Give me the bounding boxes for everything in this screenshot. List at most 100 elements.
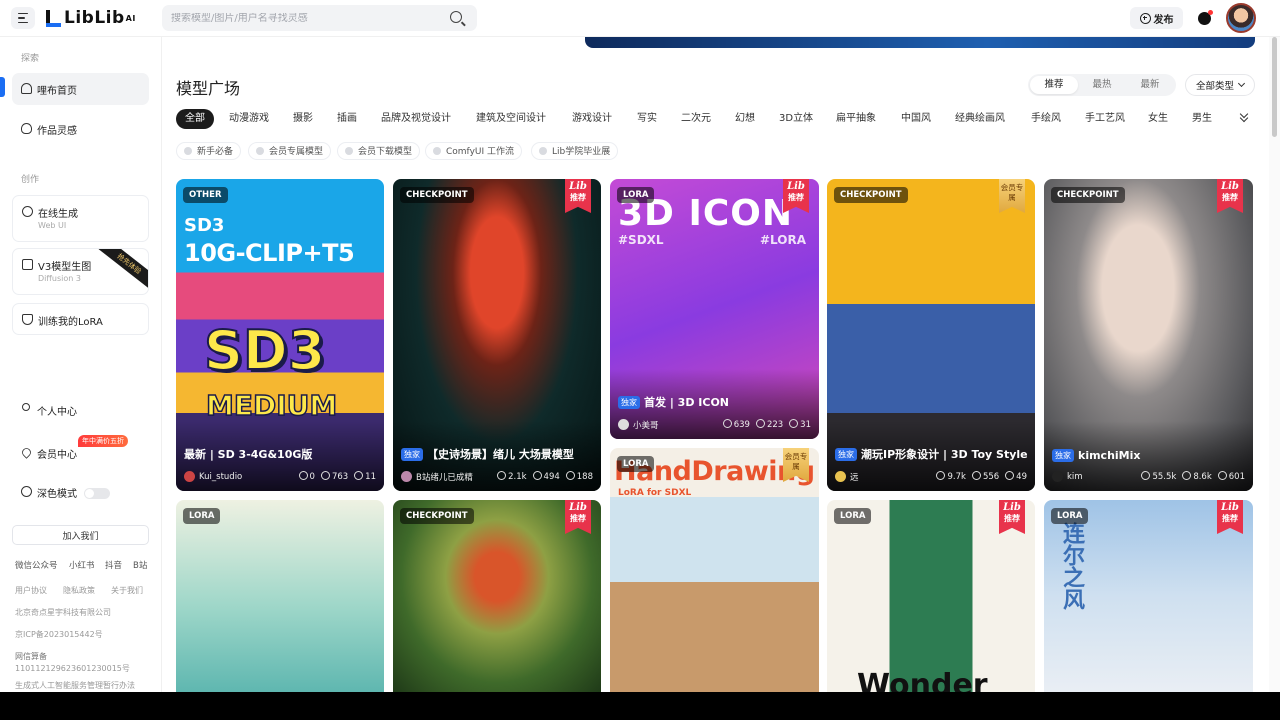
- card-title: 独家 【史诗场景】绪儿 大场景模型: [401, 446, 593, 462]
- category-tab[interactable]: 手绘风: [1031, 109, 1061, 129]
- sidebar-item-profile[interactable]: 个人中心: [12, 394, 149, 426]
- type-select[interactable]: 全部类型: [1185, 74, 1255, 96]
- social-douyin[interactable]: 抖音: [105, 559, 122, 571]
- publish-button[interactable]: 发布: [1130, 7, 1183, 29]
- message-icon[interactable]: [1198, 10, 1213, 25]
- sidebar-item-label: 会员中心: [37, 449, 77, 461]
- search-icon[interactable]: [450, 11, 462, 23]
- category-tab[interactable]: 女生: [1148, 109, 1168, 129]
- stat-downloads: 556: [972, 471, 999, 482]
- sidebar-item-label: 作品灵感: [37, 125, 77, 137]
- card-meta: 远 9.7k 556 49: [835, 470, 1027, 483]
- category-tab[interactable]: 全部: [176, 109, 214, 129]
- model-card[interactable]: HandDrawing LoRA for SDXL LORA 会员专属: [610, 448, 819, 692]
- icp-number[interactable]: 京ICP备2023015442号: [15, 629, 103, 640]
- stat-runs: 2.1k: [497, 471, 526, 482]
- category-tab[interactable]: 写实: [637, 109, 657, 129]
- category-tab[interactable]: 动漫游戏: [229, 109, 269, 129]
- category-tab[interactable]: 男生: [1192, 109, 1212, 129]
- card-title-text: 【史诗场景】绪儿 大场景模型: [427, 448, 574, 461]
- banner[interactable]: [585, 37, 1255, 48]
- model-card[interactable]: CHECKPOINT Lib 推荐 独家 kimchiMix kim 55.5k 8…: [1044, 179, 1253, 491]
- logo-text: LibLib: [64, 8, 125, 28]
- model-card[interactable]: CHECKPOINT 会员专属 独家 潮玩IP形象设计 | 3D Toy Styl…: [827, 179, 1035, 491]
- sort-tab-new[interactable]: 最新: [1126, 76, 1174, 94]
- model-type-badge: LORA: [1051, 508, 1089, 524]
- category-tab[interactable]: 扁平抽象: [836, 109, 876, 129]
- search-input[interactable]: [162, 12, 432, 24]
- police-number[interactable]: 110112129623601230015号: [15, 663, 130, 674]
- model-card[interactable]: Wonder LORA Lib 推荐: [827, 500, 1035, 692]
- lib-recommend-badge: Lib 推荐: [565, 500, 591, 534]
- bulb-icon: [21, 123, 32, 134]
- sort-tab-recommend[interactable]: 推荐: [1030, 76, 1078, 94]
- category-tab[interactable]: 插画: [337, 109, 357, 129]
- footer-link-terms[interactable]: 用户协议: [15, 585, 47, 596]
- category-tab[interactable]: 二次元: [681, 109, 711, 129]
- category-tab[interactable]: 幻想: [735, 109, 755, 129]
- type-select-value: 全部类型: [1195, 81, 1234, 92]
- diamond-icon: [20, 446, 33, 459]
- lib-badge-text: Lib: [1003, 502, 1021, 513]
- scrollbar[interactable]: [1269, 37, 1280, 692]
- card-author[interactable]: 小美哥: [633, 419, 717, 431]
- category-tab[interactable]: 摄影: [293, 109, 313, 129]
- tag-chip[interactable]: 会员专属模型: [248, 142, 332, 160]
- card-meta: B站绪儿已成精 2.1k 494 188: [401, 470, 593, 483]
- sidebar-item-train-lora[interactable]: 训练我的LoRA: [12, 303, 149, 335]
- exclusive-badge: 独家: [618, 396, 640, 409]
- category-tab[interactable]: 3D立体: [779, 109, 813, 129]
- category-tab[interactable]: 游戏设计: [572, 109, 612, 129]
- stat-downloads: 763: [321, 471, 348, 482]
- social-bilibili[interactable]: B站: [133, 559, 147, 571]
- model-type-badge: LORA: [617, 187, 655, 203]
- ai-notice-link[interactable]: 生成式人工智能服务管理暂行办法: [15, 680, 135, 691]
- model-card[interactable]: 连尔之风 LORA Lib 推荐: [1044, 500, 1253, 692]
- dark-mode-toggle[interactable]: [84, 488, 110, 499]
- publish-label: 发布: [1153, 14, 1174, 26]
- card-author[interactable]: kim: [1067, 472, 1135, 482]
- category-tab[interactable]: 品牌及视觉设计: [381, 109, 451, 129]
- model-card[interactable]: CHECKPOINT Lib 推荐: [393, 500, 601, 692]
- join-us-button[interactable]: 加入我们: [12, 525, 149, 545]
- social-wechat[interactable]: 微信公众号: [15, 559, 58, 571]
- card-title-text: 潮玩IP形象设计 | 3D Toy Style: [861, 448, 1027, 461]
- model-card[interactable]: 3D ICON #SDXL #LORA LORA Lib 推荐 独家 首发 | 3D…: [610, 179, 819, 439]
- model-card[interactable]: SD3 10G-CLIP+T5 SD3 MEDIUM OTHER 最新 | SD…: [176, 179, 384, 491]
- card-author[interactable]: 远: [850, 471, 930, 483]
- exclusive-badge: 独家: [1052, 449, 1074, 462]
- logo[interactable]: LibLib AI: [46, 8, 136, 28]
- category-tab[interactable]: 建筑及空间设计: [476, 109, 546, 129]
- tag-chip[interactable]: 新手必备: [176, 142, 242, 160]
- card-author[interactable]: Kui_studio: [199, 472, 293, 482]
- sort-tab-hot[interactable]: 最热: [1078, 76, 1126, 94]
- sidebar-item-label: 深色模式: [37, 488, 77, 500]
- tag-chip[interactable]: 会员下载模型: [337, 142, 421, 160]
- sidebar-item-label: 个人中心: [37, 406, 77, 418]
- card-art-text: SD3: [203, 318, 326, 383]
- lib-badge-sub: 推荐: [1222, 193, 1238, 202]
- menu-icon[interactable]: [11, 7, 35, 29]
- sidebar-item-online-generate[interactable]: 在线生成 Web UI: [12, 195, 149, 242]
- card-author[interactable]: B站绪儿已成精: [416, 471, 491, 483]
- category-tab[interactable]: 中国风: [901, 109, 931, 129]
- model-card[interactable]: CHECKPOINT Lib 推荐 独家 【史诗场景】绪儿 大场景模型 B站绪儿已成…: [393, 179, 601, 491]
- tag-chip[interactable]: Lib学院毕业展: [531, 142, 619, 160]
- footer-link-about[interactable]: 关于我们: [111, 585, 143, 596]
- expand-categories-icon[interactable]: [1240, 112, 1248, 120]
- stat-downloads: 494: [533, 471, 560, 482]
- sidebar-item-inspiration[interactable]: 作品灵感: [12, 113, 149, 145]
- social-xiaohongshu[interactable]: 小红书: [69, 559, 95, 571]
- scrollbar-thumb[interactable]: [1272, 37, 1277, 137]
- tag-chip[interactable]: ComfyUI 工作流: [425, 142, 522, 160]
- model-card[interactable]: LORA: [176, 500, 384, 692]
- footer-link-privacy[interactable]: 隐私政策: [63, 585, 95, 596]
- lib-badge-sub: 推荐: [788, 193, 804, 202]
- sidebar-item-v3-generate[interactable]: V3模型生图 Diffusion 3 抢先体验: [12, 248, 149, 295]
- category-tab[interactable]: 经典绘画风: [955, 109, 1005, 129]
- sort-tabs: 推荐 最热 最新: [1028, 74, 1176, 96]
- avatar[interactable]: [1226, 3, 1256, 33]
- lib-recommend-badge: Lib 推荐: [1217, 500, 1243, 534]
- sidebar-item-home[interactable]: 哩布首页: [12, 73, 149, 105]
- category-tab[interactable]: 手工艺风: [1085, 109, 1125, 129]
